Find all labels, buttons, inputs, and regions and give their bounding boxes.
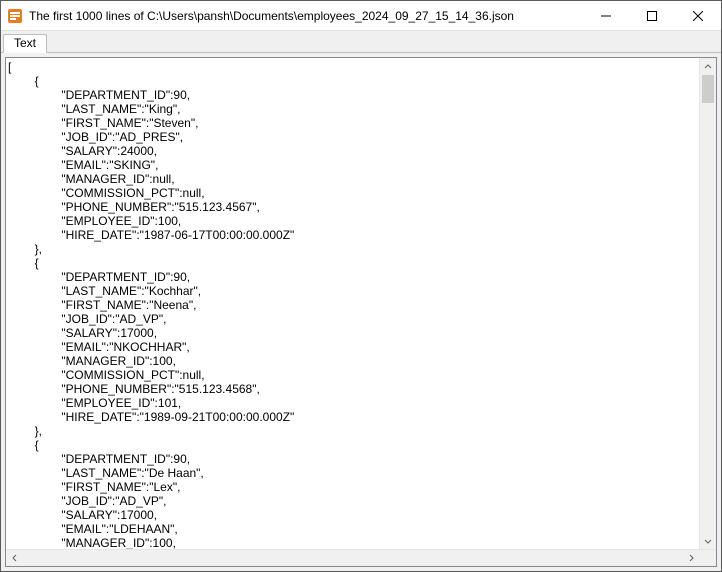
text-viewer: [ { "DEPARTMENT_ID":90, "LAST_NAME":"Kin… bbox=[5, 57, 717, 567]
tabstrip: Text bbox=[1, 31, 721, 53]
content-area: [ { "DEPARTMENT_ID":90, "LAST_NAME":"Kin… bbox=[1, 53, 721, 571]
scroll-up-arrow-icon[interactable] bbox=[700, 58, 716, 75]
scrollbar-corner bbox=[699, 550, 716, 566]
tab-label: Text bbox=[14, 36, 36, 50]
tab-text[interactable]: Text bbox=[3, 34, 47, 53]
app-icon bbox=[7, 8, 23, 24]
close-button[interactable] bbox=[675, 1, 721, 30]
minimize-button[interactable] bbox=[583, 1, 629, 30]
app-window: The first 1000 lines of C:\Users\pansh\D… bbox=[0, 0, 722, 572]
horizontal-scrollbar[interactable] bbox=[6, 549, 716, 566]
scroll-right-arrow-icon[interactable] bbox=[682, 550, 699, 566]
vertical-scrollbar[interactable] bbox=[699, 58, 716, 549]
vertical-scroll-thumb[interactable] bbox=[702, 75, 714, 103]
window-controls bbox=[583, 1, 721, 30]
titlebar[interactable]: The first 1000 lines of C:\Users\pansh\D… bbox=[1, 1, 721, 31]
json-text[interactable]: [ { "DEPARTMENT_ID":90, "LAST_NAME":"Kin… bbox=[6, 58, 699, 549]
scroll-down-arrow-icon[interactable] bbox=[700, 532, 716, 549]
window-title: The first 1000 lines of C:\Users\pansh\D… bbox=[29, 9, 583, 23]
maximize-button[interactable] bbox=[629, 1, 675, 30]
horizontal-scroll-track[interactable] bbox=[23, 550, 682, 566]
scroll-left-arrow-icon[interactable] bbox=[6, 550, 23, 566]
vertical-scroll-track[interactable] bbox=[700, 75, 716, 532]
